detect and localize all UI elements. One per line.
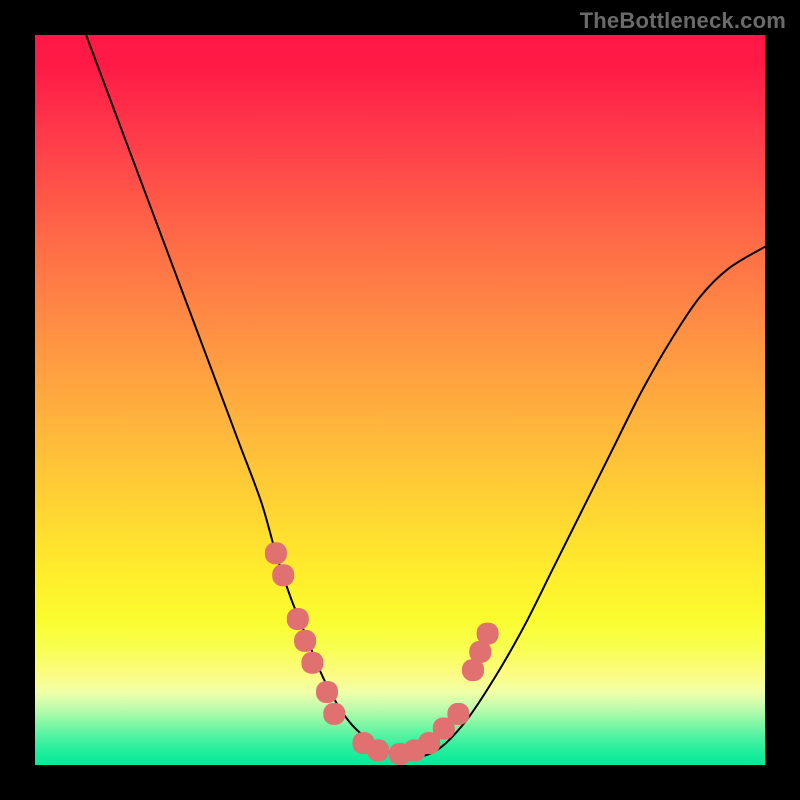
- chart-frame: TheBottleneck.com: [0, 0, 800, 800]
- bottleneck-curve: [86, 35, 765, 758]
- curve-marker: [301, 652, 323, 674]
- curve-marker: [287, 608, 309, 630]
- curve-marker: [265, 542, 287, 564]
- plot-area: [35, 35, 765, 765]
- curve-marker: [477, 623, 499, 645]
- chart-overlay: [35, 35, 765, 765]
- curve-marker: [294, 630, 316, 652]
- curve-marker: [316, 681, 338, 703]
- curve-marker: [272, 564, 294, 586]
- watermark-text: TheBottleneck.com: [580, 8, 786, 34]
- curve-marker: [447, 703, 469, 725]
- curve-marker: [367, 739, 389, 761]
- marker-group: [265, 542, 499, 765]
- curve-marker: [323, 703, 345, 725]
